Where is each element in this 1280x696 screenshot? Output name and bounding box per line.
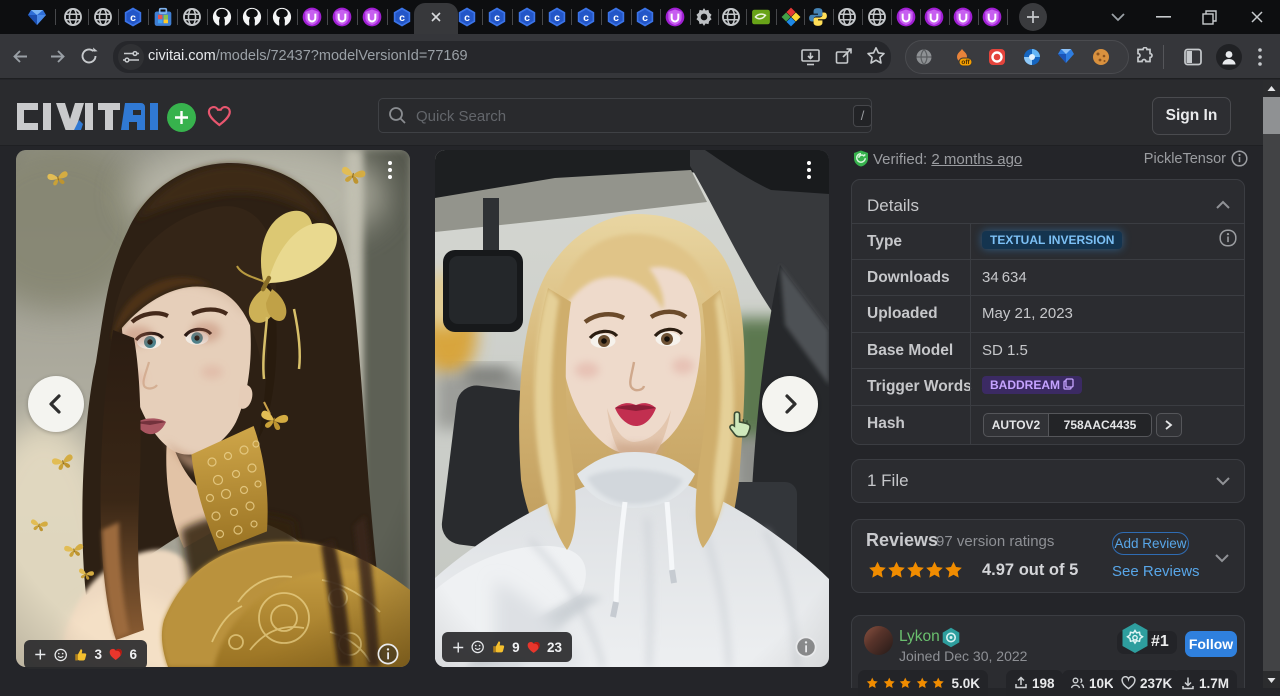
svg-text:c: c (613, 12, 619, 24)
svg-text:c: c (554, 12, 560, 24)
svg-text:c: c (494, 12, 500, 24)
svg-text:c: c (464, 12, 470, 24)
svg-text:c: c (399, 12, 405, 24)
svg-text:c: c (524, 12, 530, 24)
svg-text:c: c (642, 12, 648, 24)
svg-text:c: c (130, 12, 136, 24)
svg-text:c: c (583, 12, 589, 24)
svg-text:off: off (961, 59, 970, 66)
